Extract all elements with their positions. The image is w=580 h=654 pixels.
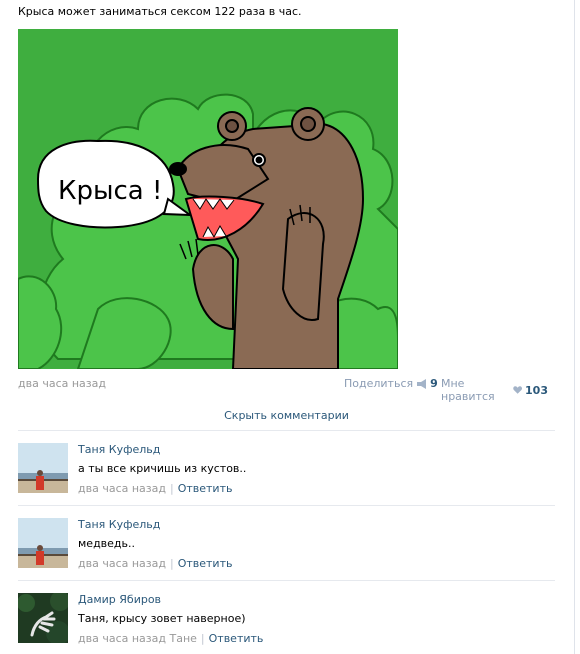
comment-text: медведь.. — [78, 537, 136, 550]
comment-meta: два часа назад | Ответить — [78, 482, 232, 495]
beach-photo-avatar — [18, 443, 68, 493]
comment-author[interactable]: Таня Куфельд — [78, 443, 160, 456]
comment-text: а ты все кричишь из кустов.. — [78, 462, 247, 475]
heart-icon — [513, 386, 522, 394]
comment-meta: два часа назад Тане | Ответить — [78, 632, 263, 645]
post-time[interactable]: два часа назад — [18, 377, 106, 390]
comment-time[interactable]: два часа назад — [78, 482, 166, 495]
beach-photo-avatar — [18, 518, 68, 568]
comment-text: Таня, крысу зовет наверное) — [78, 612, 246, 625]
avatar[interactable] — [18, 593, 68, 643]
comment-author[interactable]: Дамир Ябиров — [78, 593, 161, 606]
comment-time[interactable]: два часа назад — [78, 557, 166, 570]
reply-button[interactable]: Ответить — [178, 557, 233, 570]
comment-item: Дамир Ябиров Таня, крысу зовет наверное)… — [18, 593, 555, 653]
meta-separator: | — [169, 557, 174, 570]
megaphone-icon — [417, 378, 427, 389]
meta-separator: | — [169, 482, 174, 495]
reply-button[interactable]: Ответить — [209, 632, 264, 645]
share-label: Поделиться — [344, 377, 414, 390]
like-button[interactable]: Мне нравится 103 — [441, 377, 548, 403]
post-meta-row: два часа назад Поделиться 9 Мне нравится… — [18, 377, 548, 403]
post-image[interactable]: Крыса ! — [17, 29, 399, 370]
comments-divider — [18, 430, 555, 431]
share-count: 9 — [430, 377, 438, 390]
meta-separator: | — [200, 632, 205, 645]
page-right-border — [574, 0, 575, 654]
comment-item: Таня Куфельд медведь.. два часа назад | От… — [18, 518, 555, 578]
like-count: 103 — [525, 383, 548, 397]
comment-item: Таня Куфельд а ты все кричишь из кустов.… — [18, 443, 555, 503]
comment-meta: два часа назад | Ответить — [78, 557, 232, 570]
avatar[interactable] — [18, 443, 68, 493]
reply-button[interactable]: Ответить — [178, 482, 233, 495]
avatar[interactable] — [18, 518, 68, 568]
comment-divider — [18, 580, 555, 581]
comment-time[interactable]: два часа назад — [78, 632, 166, 645]
hand-forest-avatar — [18, 593, 68, 643]
comment-author[interactable]: Таня Куфельд — [78, 518, 160, 531]
post-text: Крыса может заниматься сексом 122 раза в… — [18, 5, 302, 18]
bubble-text: Крыса ! — [58, 176, 162, 206]
comment-divider — [18, 505, 555, 506]
bear-meme-image: Крыса ! — [17, 29, 399, 370]
like-label: Мне нравится — [441, 377, 495, 403]
reply-to-name[interactable]: Тане — [169, 632, 196, 645]
hide-comments-link[interactable]: Скрыть комментарии — [18, 409, 555, 422]
share-button[interactable]: Поделиться 9 — [344, 377, 438, 390]
